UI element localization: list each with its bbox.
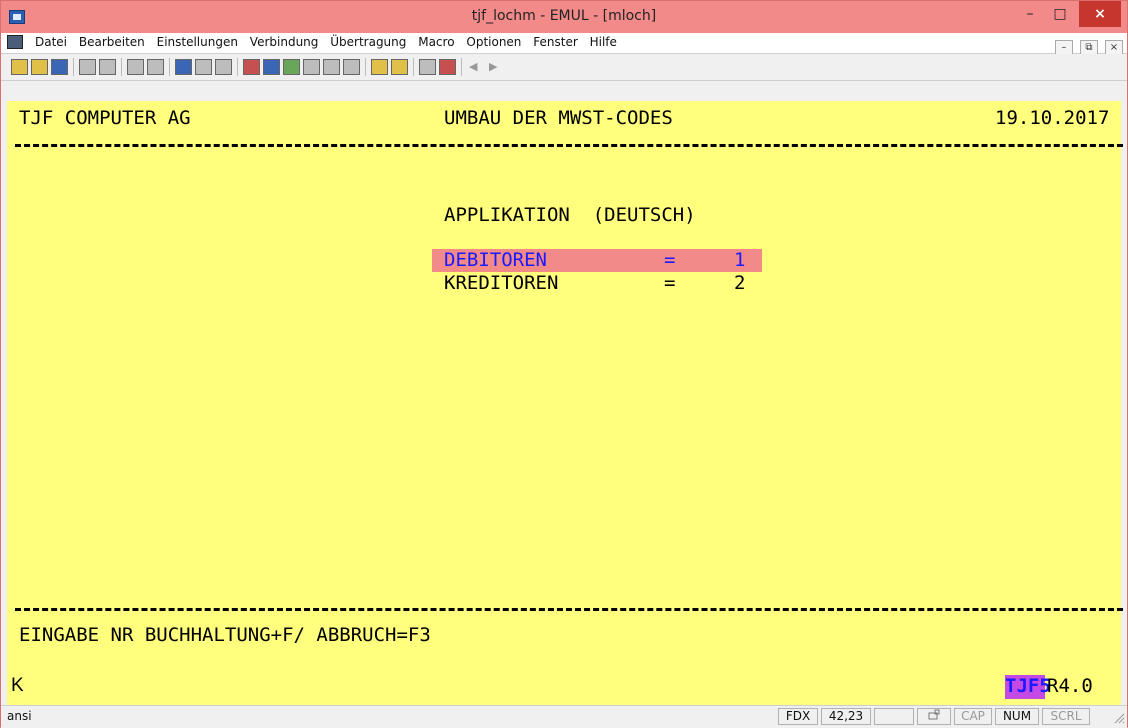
terminal-screen[interactable]: TJF COMPUTER AG UMBAU DER MWST-CODES 19.…	[7, 101, 1123, 705]
menu-fenster[interactable]: Fenster	[533, 35, 578, 49]
status-bar: ansi FDX 42,23 CAP NUM SCRL	[1, 705, 1127, 728]
next-nav-icon[interactable]: ▶	[489, 60, 497, 73]
mdi-controls: – ⧉ ×	[1053, 35, 1123, 56]
macro-icon[interactable]	[283, 59, 300, 75]
version-text: R4.0	[1047, 675, 1093, 697]
screen-title: UMBAU DER MWST-CODES	[444, 107, 673, 129]
print-setup-icon[interactable]	[99, 59, 116, 75]
menu-hilfe[interactable]: Hilfe	[590, 35, 617, 49]
option-kreditoren-label[interactable]: KREDITOREN	[444, 272, 558, 294]
status-empty	[874, 708, 914, 725]
menu-datei[interactable]: Datei	[35, 35, 67, 49]
title-bar[interactable]: tjf_lochm - EMUL - [mloch] – □ ×	[1, 1, 1127, 33]
option-debitoren-sep: =	[664, 249, 676, 271]
date-text: 19.10.2017	[995, 107, 1110, 129]
top-divider	[15, 144, 1123, 147]
input-prompt: EINGABE NR BUCHHALTUNG+F/ ABBRUCH=F3	[19, 624, 431, 646]
font-decrease-icon[interactable]	[215, 59, 232, 75]
menu-verbindung[interactable]: Verbindung	[250, 35, 319, 49]
settings-icon[interactable]	[343, 59, 360, 75]
bottom-divider	[15, 608, 1123, 611]
status-cap: CAP	[954, 708, 992, 725]
option-debitoren-value: 1	[734, 249, 746, 271]
terminal-cursor: K	[11, 675, 24, 696]
font-increase-icon[interactable]	[195, 59, 212, 75]
wizard-icon[interactable]	[11, 59, 28, 75]
menu-einstellungen[interactable]: Einstellungen	[157, 35, 238, 49]
copy-icon[interactable]	[127, 59, 144, 75]
tjf-badge: TJF5	[1005, 675, 1051, 697]
minimize-button[interactable]: –	[1015, 1, 1045, 27]
palette-icon[interactable]	[243, 59, 260, 75]
menu-uebertragung[interactable]: Übertragung	[330, 35, 406, 49]
transfer-up-icon[interactable]	[371, 59, 388, 75]
calculator-icon[interactable]	[419, 59, 436, 75]
paste-icon[interactable]	[147, 59, 164, 75]
undo-icon[interactable]	[303, 59, 320, 75]
save-icon[interactable]	[51, 59, 68, 75]
company-name: TJF COMPUTER AG	[19, 107, 191, 129]
menu-bearbeiten[interactable]: Bearbeiten	[79, 35, 145, 49]
open-folder-icon[interactable]	[31, 59, 48, 75]
font-size-icon[interactable]	[175, 59, 192, 75]
print-icon[interactable]	[79, 59, 96, 75]
network-icon[interactable]	[439, 59, 456, 75]
close-button[interactable]: ×	[1079, 1, 1121, 27]
status-mode: FDX	[778, 708, 818, 725]
window-title: tjf_lochm - EMUL - [mloch]	[471, 8, 657, 24]
section-title: APPLIKATION (DEUTSCH)	[444, 204, 696, 226]
menu-macro[interactable]: Macro	[418, 35, 454, 49]
status-indicator-icon	[917, 708, 951, 725]
menu-optionen[interactable]: Optionen	[466, 35, 521, 49]
prev-nav-icon[interactable]: ◀	[469, 60, 477, 73]
maximize-button[interactable]: □	[1045, 1, 1075, 27]
option-debitoren-label[interactable]: DEBITOREN	[444, 249, 547, 271]
send-icon[interactable]	[323, 59, 340, 75]
option-kreditoren-value: 2	[734, 272, 746, 294]
resize-grip-icon[interactable]	[1113, 712, 1125, 724]
status-scrl: SCRL	[1042, 708, 1090, 725]
emulator-window: tjf_lochm - EMUL - [mloch] – □ × Datei B…	[0, 0, 1128, 728]
status-emulation: ansi	[7, 709, 32, 723]
status-cursor-position: 42,23	[821, 708, 871, 725]
document-system-menu-icon[interactable]	[7, 35, 23, 49]
connection-icon	[928, 709, 940, 720]
toolbar: ◀ ▶	[1, 54, 1127, 81]
option-kreditoren-sep: =	[664, 272, 676, 294]
transfer-down-icon[interactable]	[391, 59, 408, 75]
menu-items: Datei Bearbeiten Einstellungen Verbindun…	[35, 35, 625, 49]
status-num: NUM	[995, 708, 1039, 725]
menu-bar: Datei Bearbeiten Einstellungen Verbindun…	[1, 33, 1127, 56]
keyboard-icon[interactable]	[263, 59, 280, 75]
